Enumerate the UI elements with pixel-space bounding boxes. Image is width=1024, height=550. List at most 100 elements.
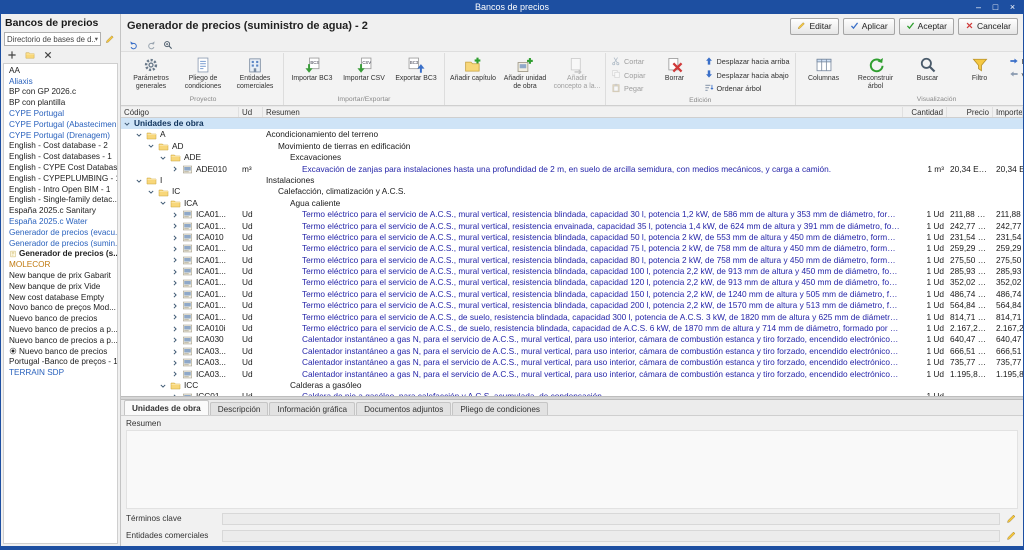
expand-icon[interactable]	[171, 359, 180, 367]
unit-row[interactable]: ICA01...UdTermo eléctrico para el servic…	[121, 243, 1023, 254]
keywords-field[interactable]	[222, 513, 1000, 525]
chapter-row[interactable]: IInstalaciones	[121, 175, 1023, 186]
sidebar-item-english-cypeplumbing-1[interactable]: English - CYPEPLUMBING - 1	[4, 173, 117, 184]
importar-csv-button[interactable]: CSVImportar CSV	[338, 53, 390, 95]
sidebar-item-english-cype-cost-databas[interactable]: English - CYPE Cost Databas...	[4, 162, 117, 173]
expand-icon[interactable]	[171, 348, 180, 356]
sidebar-item-generador-de-precios-evacu[interactable]: Generador de precios (evacu...	[4, 227, 117, 238]
collapse-icon[interactable]	[147, 142, 156, 150]
edit-button[interactable]: Editar	[790, 18, 838, 35]
sidebar-item-new-banque-de-prix-vide[interactable]: New banque de prix Vide	[4, 281, 117, 292]
sidebar-item-cype-portugal[interactable]: CYPE Portugal	[4, 108, 117, 119]
tab-pliego-de-condiciones[interactable]: Pliego de condiciones	[452, 402, 548, 415]
sidebar-item-portugal-banco-de-precos-1[interactable]: Portugal -Banco de preços - 1	[4, 357, 117, 368]
sidebar-item-bp-con-plantilla[interactable]: BP con plantilla	[4, 97, 117, 108]
expand-icon[interactable]	[171, 370, 180, 378]
expand-icon[interactable]	[171, 234, 180, 242]
sidebar-item-english-single-family-detac[interactable]: English - Single-family detac...	[4, 195, 117, 206]
importar-bc3-button[interactable]: BC3Importar BC3	[286, 53, 338, 95]
sidebar-item-espana-2025-c-sanitary[interactable]: España 2025.c Sanitary	[4, 205, 117, 216]
exportar-bc3-button[interactable]: BC3Exportar BC3	[390, 53, 442, 95]
expand-icon[interactable]	[171, 336, 180, 344]
entities-field[interactable]	[222, 530, 1000, 542]
entidades-comerciales-button[interactable]: Entidades comerciales	[229, 53, 281, 95]
sidebar-item-new-banque-de-prix-gabarit[interactable]: New banque de prix Gabarit	[4, 270, 117, 281]
expand-icon[interactable]	[171, 325, 180, 333]
unit-row[interactable]: ICA01...UdTermo eléctrico para el servic…	[121, 289, 1023, 300]
tree-root-row[interactable]: Unidades de obra	[121, 118, 1023, 129]
unit-row[interactable]: ICA01...UdTermo eléctrico para el servic…	[121, 266, 1023, 277]
collapse-icon[interactable]	[159, 199, 168, 207]
add-database-button[interactable]	[5, 49, 19, 61]
volver-al-uso-button[interactable]: Volver al uso	[1006, 69, 1023, 83]
sidebar-item-cype-portugal-abastecimen[interactable]: CYPE Portugal (Abastecimen...	[4, 119, 117, 130]
open-database-button[interactable]	[23, 49, 37, 61]
chapter-row[interactable]: AAcondicionamiento del terreno	[121, 129, 1023, 140]
expand-icon[interactable]	[171, 313, 180, 321]
sidebar-item-aa[interactable]: AA	[4, 65, 117, 76]
chapter-row[interactable]: ADEExcavaciones	[121, 152, 1023, 163]
unit-row[interactable]: ICA03...UdCalentador instantáneo a gas N…	[121, 357, 1023, 368]
expand-icon[interactable]	[171, 211, 180, 219]
sidebar-item-generador-de-precios-sumin[interactable]: Generador de precios (sumin...	[4, 238, 117, 249]
buscar-button[interactable]: Buscar	[902, 53, 954, 95]
maximize-icon[interactable]: □	[987, 0, 1004, 13]
delete-database-button[interactable]	[41, 49, 55, 61]
parametros-generales-button[interactable]: Parámetros generales	[125, 53, 177, 95]
anadir-unidad-de-obra-button[interactable]: Añadir unidad de obra	[499, 53, 551, 95]
sidebar-item-nuevo-banco-de-precios[interactable]: Nuevo banco de precios	[4, 346, 117, 357]
chapter-row[interactable]: ICAAgua caliente	[121, 198, 1023, 209]
ordenar-arbol-button[interactable]: Ordenar árbol	[701, 82, 793, 96]
sidebar-item-cype-portugal-drenagem[interactable]: CYPE Portugal (Drenagem)	[4, 130, 117, 141]
reconstruir-arbol-button[interactable]: Reconstruir árbol	[850, 53, 902, 95]
aceptar-button[interactable]: Aceptar	[899, 18, 954, 35]
unit-row[interactable]: ICA03...UdCalentador instantáneo a gas N…	[121, 369, 1023, 380]
unit-row[interactable]: ICA010UdTermo eléctrico para el servicio…	[121, 232, 1023, 243]
sidebar-item-novo-banco-de-precos-mod[interactable]: Novo banco de preços Mod...	[4, 303, 117, 314]
borrar-button[interactable]: Borrar	[649, 53, 701, 96]
desplazar-hacia-arriba-button[interactable]: Desplazar hacia arriba	[701, 55, 793, 69]
expand-icon[interactable]	[171, 291, 180, 299]
column-header-codigo[interactable]: Código	[121, 107, 239, 117]
sidebar-item-generador-de-precios-s[interactable]: Generador de precios (s...	[4, 249, 117, 260]
tab-documentos-adjuntos[interactable]: Documentos adjuntos	[356, 402, 451, 415]
sidebar-item-aliaxis[interactable]: Aliaxis	[4, 76, 117, 87]
tab-informacion-grafica[interactable]: Información gráfica	[269, 402, 355, 415]
expand-icon[interactable]	[171, 222, 180, 230]
unit-row[interactable]: ICA01...UdTermo eléctrico para el servic…	[121, 255, 1023, 266]
column-header-resumen[interactable]: Resumen	[263, 107, 903, 117]
expand-icon[interactable]	[171, 268, 180, 276]
chapter-row[interactable]: ICCalefacción, climatización y A.C.S.	[121, 186, 1023, 197]
sidebar-item-nuevo-banco-de-precios[interactable]: Nuevo banco de precios	[4, 313, 117, 324]
columnas-button[interactable]: Columnas	[798, 53, 850, 95]
collapse-icon[interactable]	[147, 188, 156, 196]
unit-row[interactable]: ICA030UdCalentador instantáneo a gas N, …	[121, 334, 1023, 345]
unit-row[interactable]: ICA01...UdTermo eléctrico para el servic…	[121, 300, 1023, 311]
chapter-row[interactable]: ICCCalderas a gasóleo	[121, 380, 1023, 391]
redo-icon[interactable]	[143, 39, 158, 51]
expand-icon[interactable]	[171, 256, 180, 264]
sidebar-item-bp-con-gp-2026-c[interactable]: BP con GP 2026.c	[4, 87, 117, 98]
sidebar-item-english-intro-open-bim-1[interactable]: English - Intro Open BIM - 1	[4, 184, 117, 195]
close-icon[interactable]: ×	[1004, 0, 1021, 13]
column-header-precio[interactable]: Precio	[947, 107, 993, 117]
sidebar-item-molecor[interactable]: MOLECOR	[4, 259, 117, 270]
aplicar-button[interactable]: Aplicar	[843, 18, 895, 35]
sidebar-item-espana-2025-c-water[interactable]: España 2025.c Water	[4, 216, 117, 227]
edit-entities-icon[interactable]	[1004, 529, 1018, 543]
database-directory-select[interactable]: Directorio de bases de d... ▾	[4, 32, 101, 46]
unit-row[interactable]: ICA01...UdTermo eléctrico para el servic…	[121, 221, 1023, 232]
ir-a-la-definicion-button[interactable]: Ir a la definición	[1006, 55, 1023, 69]
undo-icon[interactable]	[126, 39, 141, 51]
collapse-icon[interactable]	[159, 382, 168, 390]
sidebar-item-english-cost-databases-1[interactable]: English - Cost databases - 1	[4, 151, 117, 162]
expand-icon[interactable]	[171, 245, 180, 253]
zoom-icon[interactable]	[160, 39, 175, 51]
expand-icon[interactable]	[171, 279, 180, 287]
chapter-row[interactable]: ADMovimiento de tierras en edificación	[121, 141, 1023, 152]
tab-descripcion[interactable]: Descripción	[210, 402, 269, 415]
unit-row[interactable]: ICA010iUdTermo eléctrico para el servici…	[121, 323, 1023, 334]
anadir-capitulo-button[interactable]: Añadir capítulo	[447, 53, 499, 95]
sidebar-item-english-cost-database-2[interactable]: English - Cost database - 2	[4, 141, 117, 152]
column-header-cantidad[interactable]: Cantidad	[903, 107, 947, 117]
